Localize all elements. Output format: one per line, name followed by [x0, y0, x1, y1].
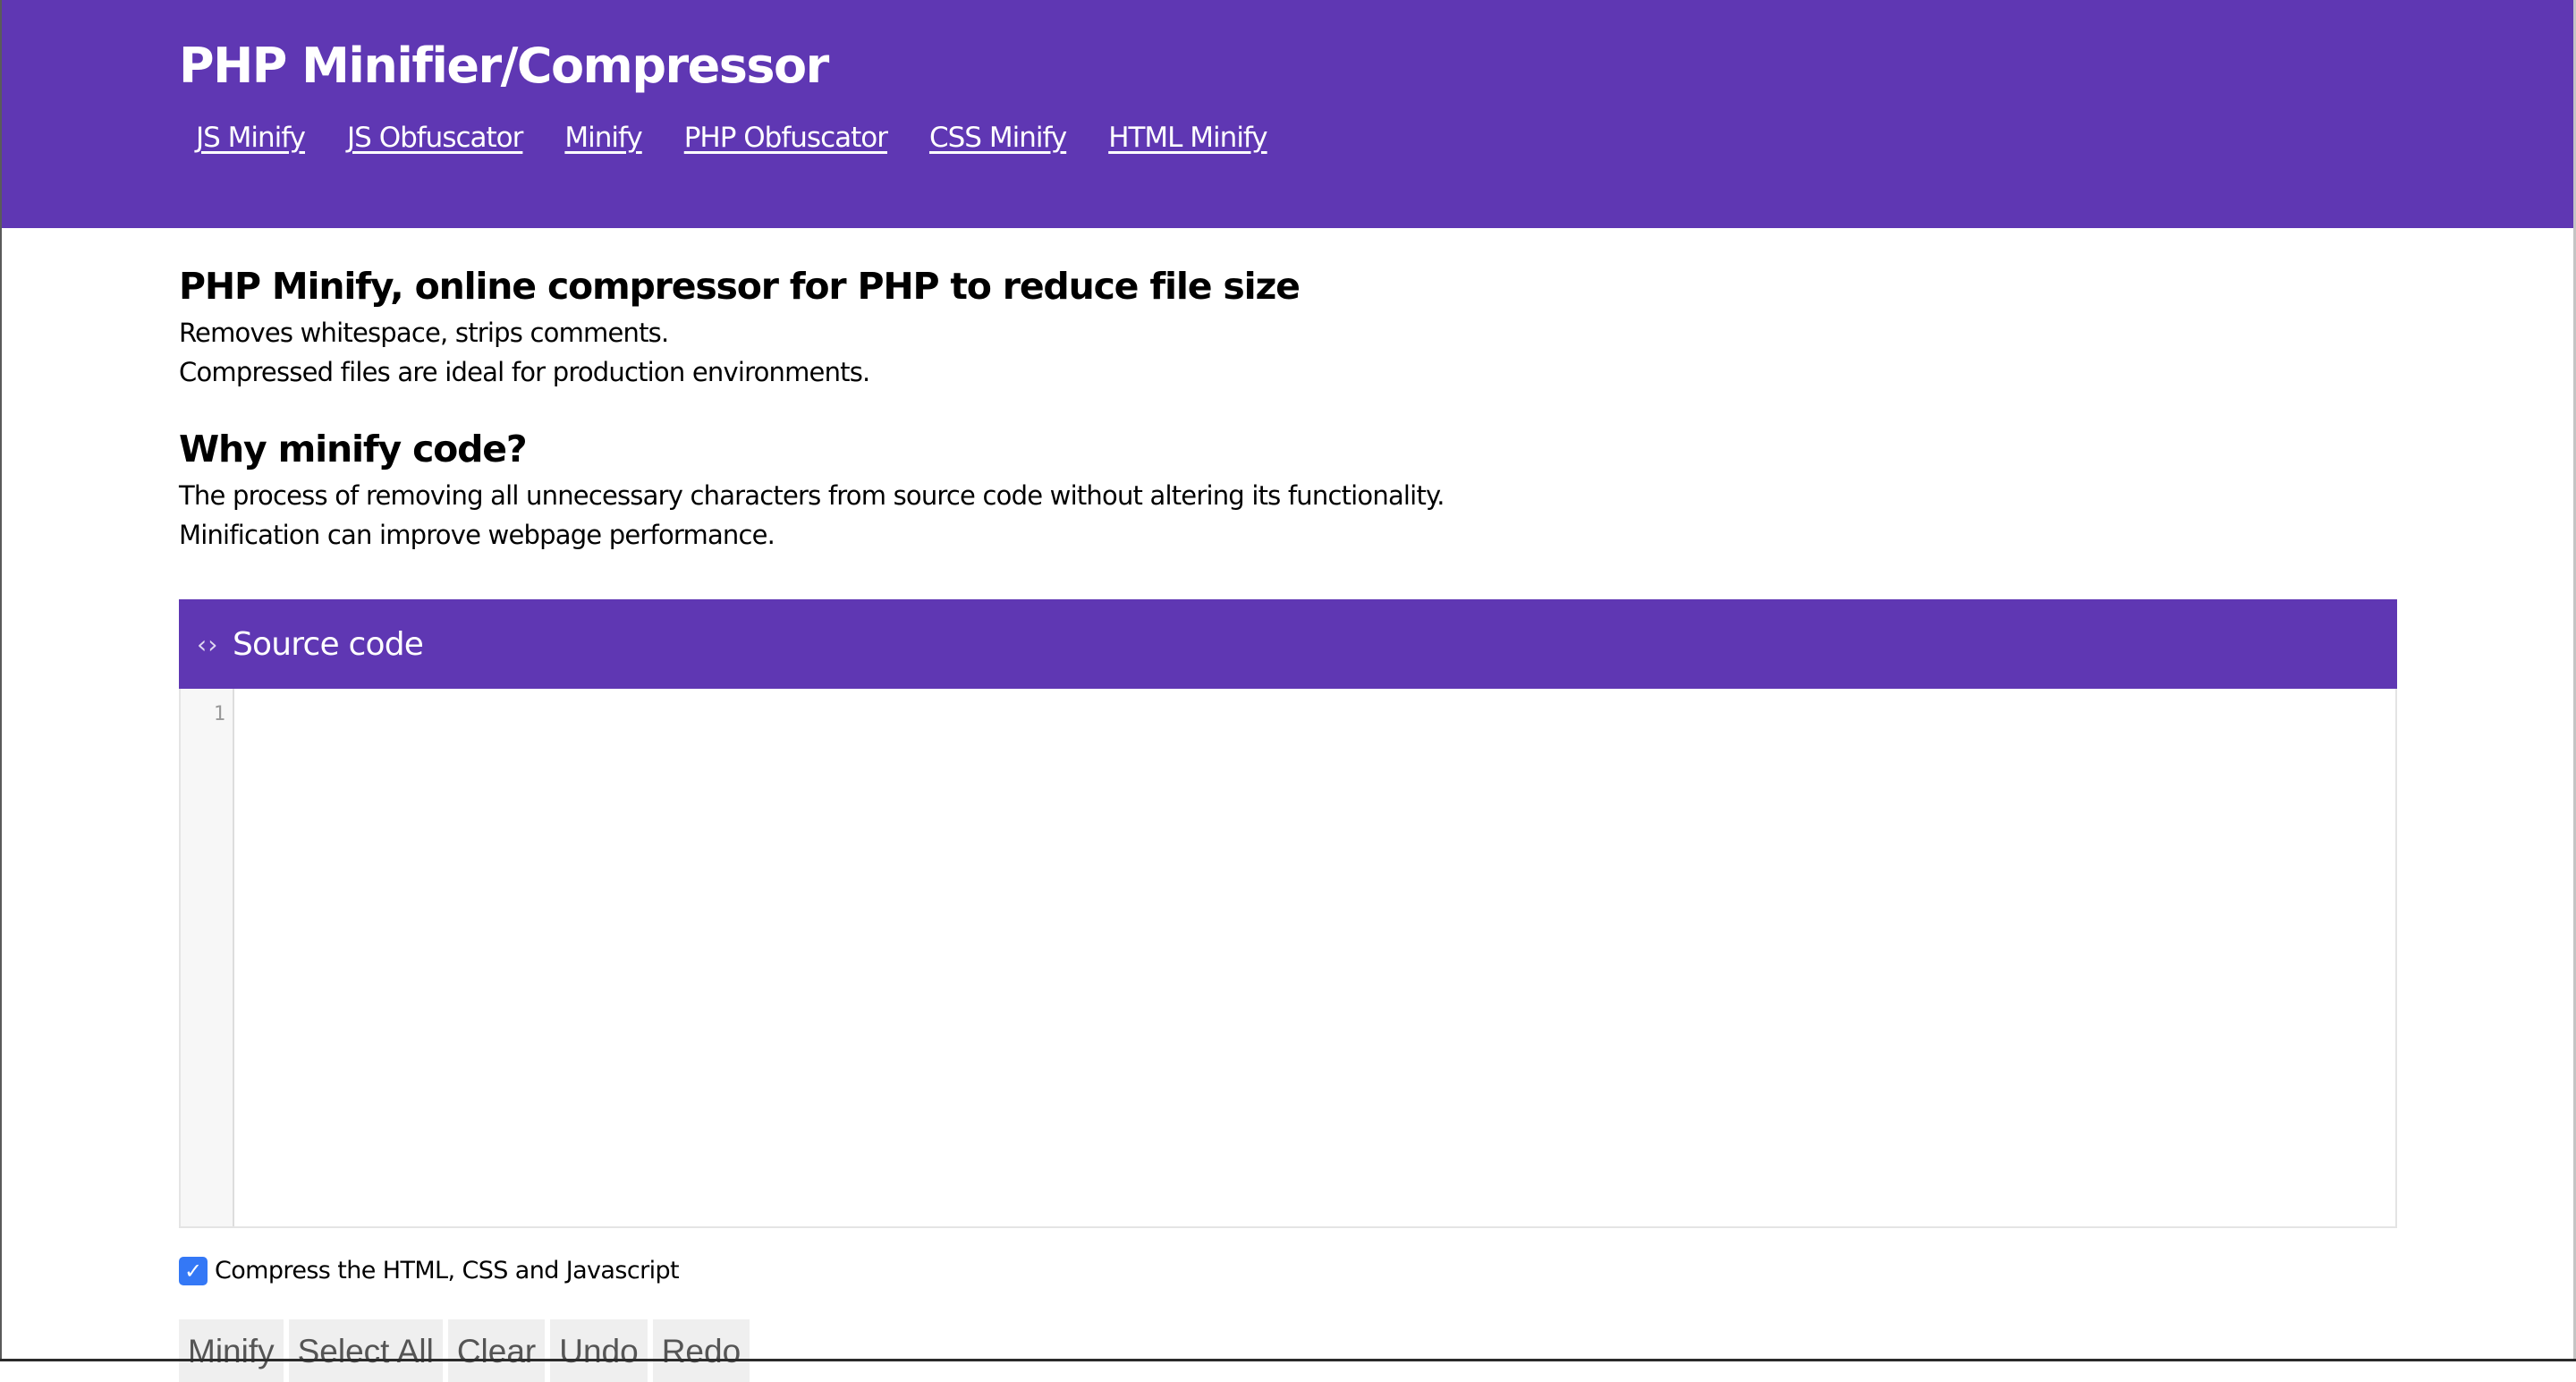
- code-icon: ‹›: [197, 629, 219, 659]
- why-line-1: The process of removing all unnecessary …: [179, 480, 1445, 511]
- intro-section: PHP Minify, online compressor for PHP to…: [179, 259, 2397, 392]
- site-header: PHP Minifier/Compressor JS Minify JS Obf…: [0, 0, 2576, 228]
- compress-checkbox-label[interactable]: Compress the HTML, CSS and Javascript: [215, 1256, 680, 1286]
- undo-button[interactable]: Undo: [550, 1319, 648, 1382]
- redo-button[interactable]: Redo: [652, 1319, 750, 1382]
- intro-line-1: Removes whitespace, strips comments.: [179, 318, 669, 348]
- intro-line-2: Compressed files are ideal for productio…: [179, 357, 870, 387]
- source-code-header: ‹› Source code: [179, 599, 2397, 689]
- main-nav: JS Minify JS Obfuscator Minify PHP Obfus…: [196, 114, 1309, 161]
- source-code-input[interactable]: [234, 689, 2395, 1226]
- why-section: Why minify code? The process of removing…: [179, 422, 2397, 555]
- clear-button[interactable]: Clear: [447, 1319, 546, 1382]
- nav-link-js-minify[interactable]: JS Minify: [196, 114, 306, 161]
- source-code-panel: ‹› Source code 1: [179, 599, 2397, 1228]
- code-editor: 1: [179, 689, 2397, 1228]
- nav-link-minify[interactable]: Minify: [564, 114, 642, 161]
- main-content: PHP Minify, online compressor for PHP to…: [179, 259, 2397, 555]
- nav-link-css-minify[interactable]: CSS Minify: [929, 114, 1067, 161]
- window-border-left: [0, 0, 2, 1361]
- minify-button[interactable]: Minify: [179, 1319, 284, 1382]
- intro-heading: PHP Minify, online compressor for PHP to…: [179, 265, 1301, 308]
- line-number-gutter: 1: [181, 689, 234, 1226]
- nav-link-js-obfuscator[interactable]: JS Obfuscator: [347, 114, 523, 161]
- nav-link-html-minify[interactable]: HTML Minify: [1108, 114, 1267, 161]
- why-line-2: Minification can improve webpage perform…: [179, 520, 775, 550]
- source-code-title: Source code: [233, 625, 424, 663]
- compress-option[interactable]: ✓ Compress the HTML, CSS and Javascript: [179, 1256, 680, 1286]
- compress-checkbox[interactable]: ✓: [179, 1257, 208, 1285]
- line-number: 1: [213, 703, 225, 725]
- why-heading: Why minify code?: [179, 428, 528, 471]
- action-buttons: Minify Select All Clear Undo Redo: [179, 1319, 750, 1382]
- nav-link-php-obfuscator[interactable]: PHP Obfuscator: [684, 114, 888, 161]
- site-title: PHP Minifier/Compressor: [179, 38, 829, 94]
- select-all-button[interactable]: Select All: [288, 1319, 443, 1382]
